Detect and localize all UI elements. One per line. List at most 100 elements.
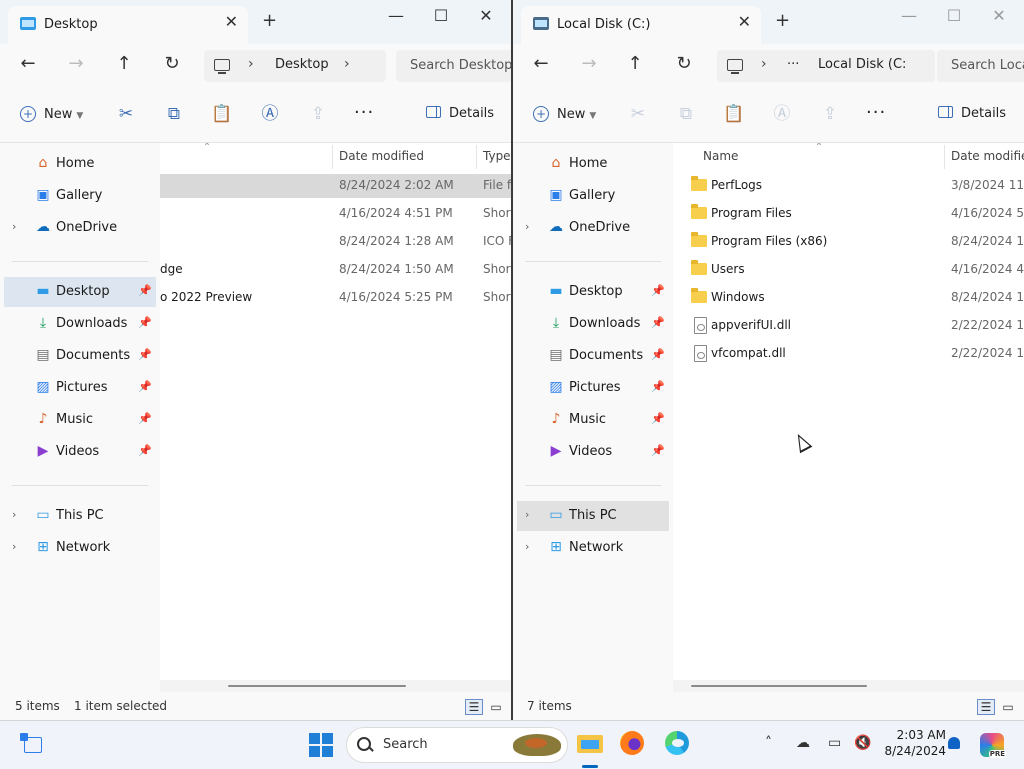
breadcrumb-overflow[interactable]: ··· bbox=[787, 57, 799, 72]
sidebar-item-this-pc[interactable]: › ▭ This PC bbox=[4, 501, 156, 531]
column-separator[interactable] bbox=[944, 145, 945, 169]
sidebar-item-downloads[interactable]: ⤓ Downloads 📌 bbox=[4, 309, 156, 339]
column-separator[interactable] bbox=[476, 145, 477, 169]
pin-icon[interactable]: 📌 bbox=[651, 444, 665, 457]
up-button[interactable]: ↑ bbox=[623, 54, 647, 74]
volume-muted-icon[interactable]: 🔇 bbox=[854, 735, 871, 751]
title-bar[interactable]: Local Disk (C:) ✕ + — ☐ ✕ bbox=[513, 0, 1024, 44]
details-view-button[interactable]: ☰ bbox=[977, 699, 995, 715]
list-item[interactable]: Program Files 4/16/2024 5:2 bbox=[673, 202, 1024, 226]
chevron-right-icon[interactable]: › bbox=[525, 508, 529, 521]
pin-icon[interactable]: 📌 bbox=[138, 316, 152, 329]
close-window-button[interactable]: ✕ bbox=[471, 6, 501, 25]
taskbar-search-box[interactable]: Search bbox=[346, 727, 568, 763]
horizontal-scrollbar-track[interactable] bbox=[160, 680, 511, 692]
refresh-button[interactable]: ↻ bbox=[160, 54, 184, 74]
paste-icon[interactable]: 📋 bbox=[210, 104, 234, 124]
sidebar-item-downloads[interactable]: ⤓ Downloads 📌 bbox=[517, 309, 669, 339]
address-bar[interactable]: › ··· Local Disk (C: bbox=[717, 50, 935, 82]
pin-icon[interactable]: 📌 bbox=[138, 380, 152, 393]
chevron-right-icon[interactable]: › bbox=[12, 540, 16, 553]
sidebar-item-music[interactable]: ♪ Music 📌 bbox=[517, 405, 669, 435]
new-button[interactable]: + New ▼ bbox=[533, 106, 596, 122]
horizontal-scrollbar-thumb[interactable] bbox=[228, 685, 406, 687]
horizontal-scrollbar-track[interactable] bbox=[673, 680, 1024, 692]
explorer-window-local-disk[interactable]: Local Disk (C:) ✕ + — ☐ ✕ ← → ↑ ↻ › ··· … bbox=[513, 0, 1024, 720]
table-row[interactable]: 8/24/2024 1:28 AM ICO F bbox=[160, 230, 511, 254]
share-icon[interactable]: ⇪ bbox=[818, 104, 842, 124]
system-clock[interactable]: 2:03 AM 8/24/2024 bbox=[880, 727, 946, 759]
sidebar-item-documents[interactable]: ▤ Documents 📌 bbox=[4, 341, 156, 371]
list-item[interactable]: Users 4/16/2024 4:4 bbox=[673, 258, 1024, 282]
maximize-button[interactable]: ☐ bbox=[426, 6, 456, 25]
pin-icon[interactable]: 📌 bbox=[651, 348, 665, 361]
sidebar-item-network[interactable]: › ⊞ Network bbox=[517, 533, 669, 563]
sidebar-item-pictures[interactable]: ▨ Pictures 📌 bbox=[4, 373, 156, 403]
back-button[interactable]: ← bbox=[529, 54, 553, 74]
cut-icon[interactable]: ✂ bbox=[626, 104, 650, 124]
column-type[interactable]: Type bbox=[483, 149, 511, 163]
details-button[interactable]: Details bbox=[426, 106, 494, 121]
sidebar-item-onedrive[interactable]: › ☁ OneDrive bbox=[4, 213, 156, 243]
network-status-icon[interactable]: ▭ bbox=[828, 735, 841, 751]
search-input[interactable]: Search Desktop bbox=[396, 50, 511, 82]
back-button[interactable]: ← bbox=[16, 54, 40, 74]
list-item[interactable]: vfcompat.dll 2/22/2024 12: bbox=[673, 342, 1024, 366]
paste-icon[interactable]: 📋 bbox=[722, 104, 746, 124]
sidebar-item-desktop[interactable]: ▬ Desktop 📌 bbox=[517, 277, 669, 307]
sidebar-item-home[interactable]: ⌂ Home bbox=[517, 149, 669, 179]
sidebar-item-network[interactable]: › ⊞ Network bbox=[4, 533, 156, 563]
sidebar-item-gallery[interactable]: ▣ Gallery bbox=[4, 181, 156, 211]
up-button[interactable]: ↑ bbox=[112, 54, 136, 74]
forward-button[interactable]: → bbox=[577, 54, 601, 74]
cloud-offline-icon[interactable]: ☁ bbox=[796, 735, 810, 751]
refresh-button[interactable]: ↻ bbox=[672, 54, 696, 74]
pin-icon[interactable]: 📌 bbox=[651, 316, 665, 329]
pin-icon[interactable]: 📌 bbox=[651, 284, 665, 297]
widgets-icon[interactable] bbox=[20, 733, 42, 755]
tiles-view-button[interactable]: ▭ bbox=[487, 699, 505, 715]
column-separator[interactable] bbox=[332, 145, 333, 169]
pin-icon[interactable]: 📌 bbox=[138, 444, 152, 457]
new-button[interactable]: + New ▼ bbox=[20, 106, 83, 122]
forward-button[interactable]: → bbox=[64, 54, 88, 74]
sidebar-item-documents[interactable]: ▤ Documents 📌 bbox=[517, 341, 669, 371]
list-item[interactable]: PerfLogs 3/8/2024 11:1 bbox=[673, 174, 1024, 198]
close-tab-icon[interactable]: ✕ bbox=[225, 14, 238, 30]
chevron-right-icon[interactable]: › bbox=[525, 540, 529, 553]
cut-icon[interactable]: ✂ bbox=[114, 104, 138, 124]
new-tab-button[interactable]: + bbox=[775, 12, 790, 30]
address-bar[interactable]: › Desktop › bbox=[204, 50, 386, 82]
chevron-up-icon[interactable]: ˄ bbox=[765, 735, 772, 751]
pin-icon[interactable]: 📌 bbox=[138, 348, 152, 361]
sidebar-item-videos[interactable]: ▶ Videos 📌 bbox=[517, 437, 669, 467]
more-options-icon[interactable]: ··· bbox=[866, 102, 886, 123]
chevron-right-icon[interactable]: › bbox=[12, 220, 16, 233]
tab-local-disk[interactable]: Local Disk (C:) ✕ bbox=[521, 6, 761, 44]
pin-icon[interactable]: 📌 bbox=[651, 380, 665, 393]
title-bar[interactable]: Desktop ✕ + — ☐ ✕ bbox=[0, 0, 511, 44]
table-row[interactable]: 4/16/2024 4:51 PM Short bbox=[160, 202, 511, 226]
copy-icon[interactable]: ⧉ bbox=[162, 104, 186, 124]
rename-icon[interactable]: Ⓐ bbox=[770, 104, 794, 124]
minimize-button[interactable]: — bbox=[381, 6, 411, 25]
list-item[interactable]: appverifUI.dll 2/22/2024 12: bbox=[673, 314, 1024, 338]
sidebar-item-pictures[interactable]: ▨ Pictures 📌 bbox=[517, 373, 669, 403]
tab-desktop[interactable]: Desktop ✕ bbox=[8, 6, 248, 44]
file-explorer-icon[interactable] bbox=[577, 731, 603, 753]
sidebar-item-videos[interactable]: ▶ Videos 📌 bbox=[4, 437, 156, 467]
details-button[interactable]: Details bbox=[938, 106, 1006, 121]
table-row[interactable]: dge 8/24/2024 1:50 AM Short bbox=[160, 258, 511, 282]
maximize-button[interactable]: ☐ bbox=[939, 6, 969, 25]
chevron-right-icon[interactable]: › bbox=[12, 508, 16, 521]
start-button[interactable] bbox=[309, 733, 333, 757]
notification-bell-icon[interactable] bbox=[948, 737, 960, 749]
chevron-right-icon[interactable]: › bbox=[248, 56, 254, 72]
minimize-button[interactable]: — bbox=[894, 6, 924, 25]
search-input[interactable]: Search Loca bbox=[937, 50, 1024, 82]
edge-icon[interactable] bbox=[665, 731, 689, 755]
copilot-icon[interactable]: PRE bbox=[980, 733, 1006, 758]
sidebar-item-home[interactable]: ⌂ Home bbox=[4, 149, 156, 179]
file-list[interactable]: ˄ Date modified Type 8/24/2024 2:02 AM F… bbox=[160, 143, 511, 680]
breadcrumb-desktop[interactable]: Desktop bbox=[275, 57, 329, 72]
